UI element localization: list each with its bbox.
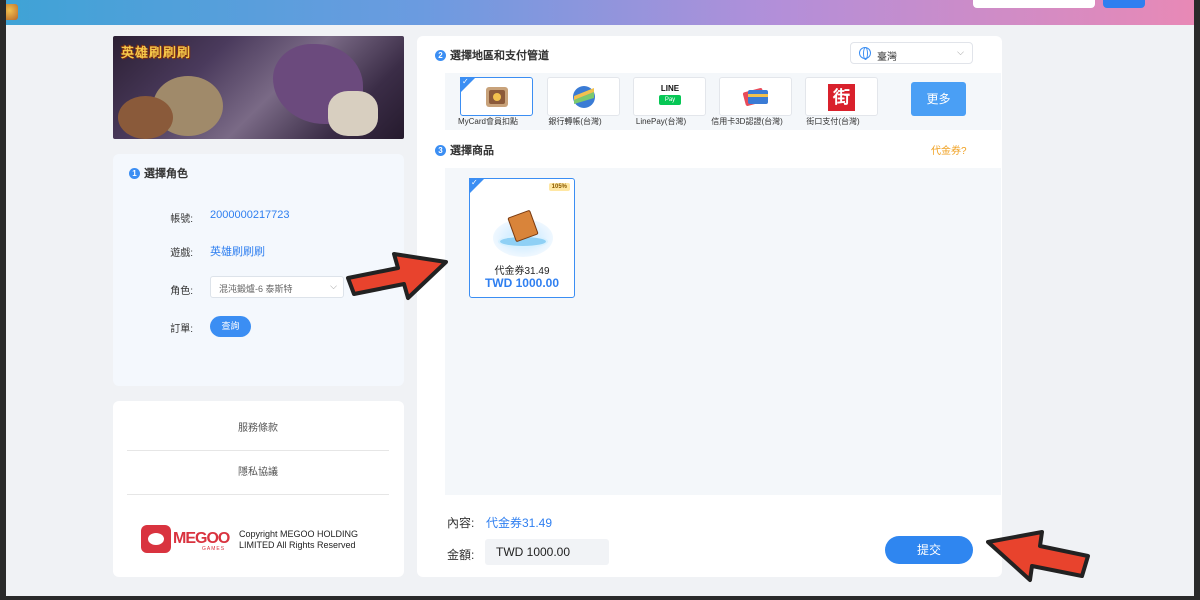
arrow-left-icon [986,530,1090,582]
voucher-image [490,195,556,257]
order-label: 訂單: [170,324,193,335]
game-label: 遊戲: [170,248,193,259]
voucher-help-link[interactable]: 代金券? [931,142,967,157]
payment-label-linepay: LinePay(台灣) [635,117,687,126]
payment-method-linepay[interactable]: LINE Pay [633,77,706,116]
chevron-down-icon: ⌵ [957,47,964,57]
payment-method-bank[interactable] [547,77,620,116]
banner-knight-art [328,91,378,136]
step-number-2: 2 [435,49,446,61]
more-payment-button[interactable]: 更多 [911,82,966,116]
region-value: 臺灣 [877,52,897,63]
account-value: 2000000217723 [210,209,290,221]
megoo-logo: MEGOO GAMES [141,525,230,553]
role-select[interactable]: 混沌鍛爐-6 泰斯特 ⌵ [210,276,344,298]
account-label: 帳號: [170,214,193,225]
privacy-link[interactable]: 隱私協議 [127,451,389,495]
product-section-title-text: 選擇商品 [450,145,494,157]
arrow-right-icon [346,252,448,300]
role-section-title: 1 選擇角色 [129,165,188,181]
banner-game-title: 英雄刷刷刷 [121,45,192,60]
credit-card-icon [742,88,768,106]
jkopay-icon: 街 [828,84,855,111]
check-icon: ✓ [462,77,469,86]
query-button[interactable]: 查詢 [210,316,251,337]
product-list: ✓ 105% 代金券31.49 TWD 1000.00 [445,168,1001,495]
copyright-text: Copyright MEGOO HOLDING LIMITED All Righ… [239,529,359,550]
bonus-badge: 105% [548,183,570,191]
payment-section-title: 2 選擇地區和支付管道 [435,47,549,63]
mycard-icon [486,87,508,107]
game-value: 英雄刷刷刷 [210,246,265,258]
game-logo-icon[interactable] [6,4,18,20]
role-select-value: 混沌鍛爐-6 泰斯特 [219,284,293,294]
app-window: 英雄刷刷刷 1 選擇角色 帳號: 2000000217723 遊戲: 英雄刷刷刷… [6,0,1194,596]
linepay-icon-line: LINE [660,84,680,93]
banner-treasure-art [118,96,173,139]
top-action-button[interactable] [1103,0,1145,8]
region-select[interactable]: 臺灣 ⌵ [850,42,973,64]
payment-label-jkopay: 街口支付(台灣) [806,117,860,126]
amount-label: 金額: [447,548,475,562]
step-number-3: 3 [435,144,446,156]
payment-section-title-text: 選擇地區和支付管道 [450,50,549,62]
amount-value: TWD 1000.00 [485,539,609,565]
payment-label-credit-card: 信用卡3D認證(台灣) [711,117,783,126]
submit-button[interactable]: 提交 [885,536,973,564]
payment-label-mycard: MyCard會員扣點 [457,117,518,126]
role-section-title-text: 選擇角色 [144,168,188,180]
bank-transfer-icon [573,86,595,108]
payment-method-jkopay[interactable]: 街 [805,77,878,116]
links-panel: 服務條款 隱私協議 MEGOO GAMES Copyright MEGOO HO… [113,401,404,577]
megoo-brand-sub: GAMES [202,546,226,552]
step-number-1: 1 [129,167,140,179]
check-icon: ✓ [471,178,478,187]
linepay-icon: LINE Pay [656,84,684,110]
payment-method-mycard[interactable]: ✓ [460,77,533,116]
megoo-logo-icon [141,525,171,553]
content-value: 代金券31.49 [486,516,553,530]
linepay-icon-pay: Pay [659,95,681,105]
game-banner: 英雄刷刷刷 [113,36,404,139]
payment-method-credit-card[interactable] [719,77,792,116]
chevron-down-icon: ⌵ [330,281,337,291]
product-card[interactable]: ✓ 105% 代金券31.49 TWD 1000.00 [469,178,575,298]
main-panel: 2 選擇地區和支付管道 臺灣 ⌵ ✓ LINE Pay 街 MyCard會員扣點… [417,36,1002,577]
terms-link[interactable]: 服務條款 [127,407,389,451]
globe-icon [859,47,871,60]
product-name: 代金券31.49 [494,266,550,277]
role-label: 角色: [170,286,193,297]
payment-label-bank: 銀行轉帳(台灣) [548,117,602,126]
top-search-input[interactable] [973,0,1095,8]
content-label: 內容: [447,516,475,530]
top-header-bar [6,0,1194,25]
product-price: TWD 1000.00 [484,276,560,290]
product-section-title: 3 選擇商品 [435,142,494,158]
